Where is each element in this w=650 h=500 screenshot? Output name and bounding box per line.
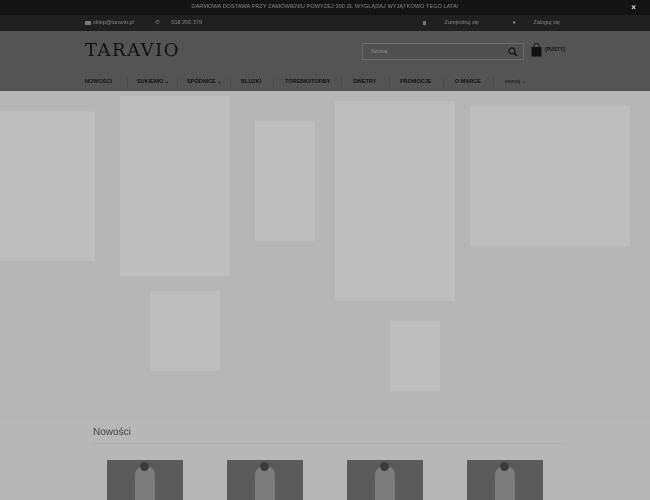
product-image (500, 462, 509, 471)
product-card[interactable] (107, 460, 183, 500)
chevron-down-icon: ⌄ (217, 79, 222, 85)
cart-label: (PUSTY) (545, 47, 565, 53)
nav-item-bluzki[interactable]: BLUZKI (241, 77, 261, 87)
nav-divider (177, 77, 178, 87)
shopping-bag-icon (531, 43, 542, 57)
product-image (255, 466, 275, 500)
nav-item-nowosci[interactable]: NOWOŚCI (85, 77, 112, 87)
hero-image-shape (255, 121, 315, 241)
nav-item-promocje[interactable]: PROMOCJE (400, 77, 431, 87)
nav-divider (273, 77, 274, 87)
product-image (495, 466, 515, 500)
nav-divider (230, 77, 231, 87)
register-text: Zarejestruj się (444, 20, 479, 26)
chevron-down-icon: ⌄ (164, 79, 170, 85)
main-nav: NOWOŚCI SUKIENKI ⌄ SPÓDNICE ⌄ BLUZKI TOR… (85, 77, 565, 87)
login-text: Zaloguj się (533, 20, 560, 26)
nav-item-label: SUKIENKI (137, 79, 164, 85)
login-link[interactable]: ● Zaloguj się (497, 20, 560, 26)
hero-banner[interactable] (0, 91, 650, 420)
nav-item-sukienki[interactable]: SUKIENKI ⌄ (137, 77, 169, 87)
promo-text: DARMOWA DOSTAWA PRZY ZAMÓWIENIU POWYŻEJ … (191, 4, 459, 10)
product-card[interactable] (347, 460, 423, 500)
email-text: sklep@taravio.pl (93, 20, 134, 26)
close-icon[interactable]: × (631, 0, 636, 15)
product-image (135, 466, 155, 500)
nav-divider (341, 77, 342, 87)
nav-item-spodnice[interactable]: SPÓDNICE ⌄ (187, 77, 222, 87)
hero-image-shape (150, 291, 220, 371)
user-icon: ● (512, 20, 518, 26)
hero-image-shape (470, 106, 630, 246)
product-card[interactable] (227, 460, 303, 500)
section-title: Nowości (93, 427, 131, 438)
register-link[interactable]: Zarejestruj się (423, 20, 479, 26)
chevron-down-icon: ⌄ (521, 79, 527, 85)
lock-icon (423, 20, 427, 25)
hero-image-shape (0, 111, 95, 261)
phone-link[interactable]: ✆ 518 206 379 (155, 20, 212, 26)
hero-image-shape (390, 321, 440, 391)
promo-banner: DARMOWA DOSTAWA PRZY ZAMÓWIENIU POWYŻEJ … (0, 0, 650, 15)
section-divider (93, 443, 563, 444)
phone-icon: ✆ (155, 20, 162, 26)
product-card[interactable] (467, 460, 543, 500)
nav-divider (443, 77, 444, 87)
nav-divider (389, 77, 390, 87)
product-grid (107, 460, 547, 500)
product-image (260, 462, 269, 471)
envelope-icon (85, 20, 91, 25)
email-link[interactable]: sklep@taravio.pl (85, 20, 144, 26)
top-bar: sklep@taravio.pl ✆ 518 206 379 Zarejestr… (0, 15, 650, 31)
nav-divider (127, 77, 128, 87)
nav-divider (493, 77, 494, 87)
nav-item-o-marce[interactable]: O MARCE (455, 77, 481, 87)
product-image (375, 466, 395, 500)
site-header: TARAVIO (PUSTY) NOWOŚCI SUKIENKI ⌄ SPÓDN… (0, 31, 650, 91)
search-box (362, 43, 524, 60)
hero-image-shape (335, 101, 455, 301)
hero-image-shape (120, 96, 230, 276)
search-icon[interactable] (508, 47, 518, 57)
nav-item-label: więcej (505, 79, 521, 85)
nav-item-wiecej[interactable]: więcej ⌄ (505, 77, 526, 87)
product-image (380, 462, 389, 471)
nav-item-label: SPÓDNICE (187, 79, 216, 85)
site-logo[interactable]: TARAVIO (85, 40, 180, 61)
phone-text: 518 206 379 (171, 20, 203, 26)
nav-item-swetry[interactable]: SWETRY (353, 77, 376, 87)
search-input[interactable] (371, 47, 496, 57)
nav-item-torebki[interactable]: TOREBKI/TORBY (285, 77, 330, 87)
product-image (140, 462, 149, 471)
